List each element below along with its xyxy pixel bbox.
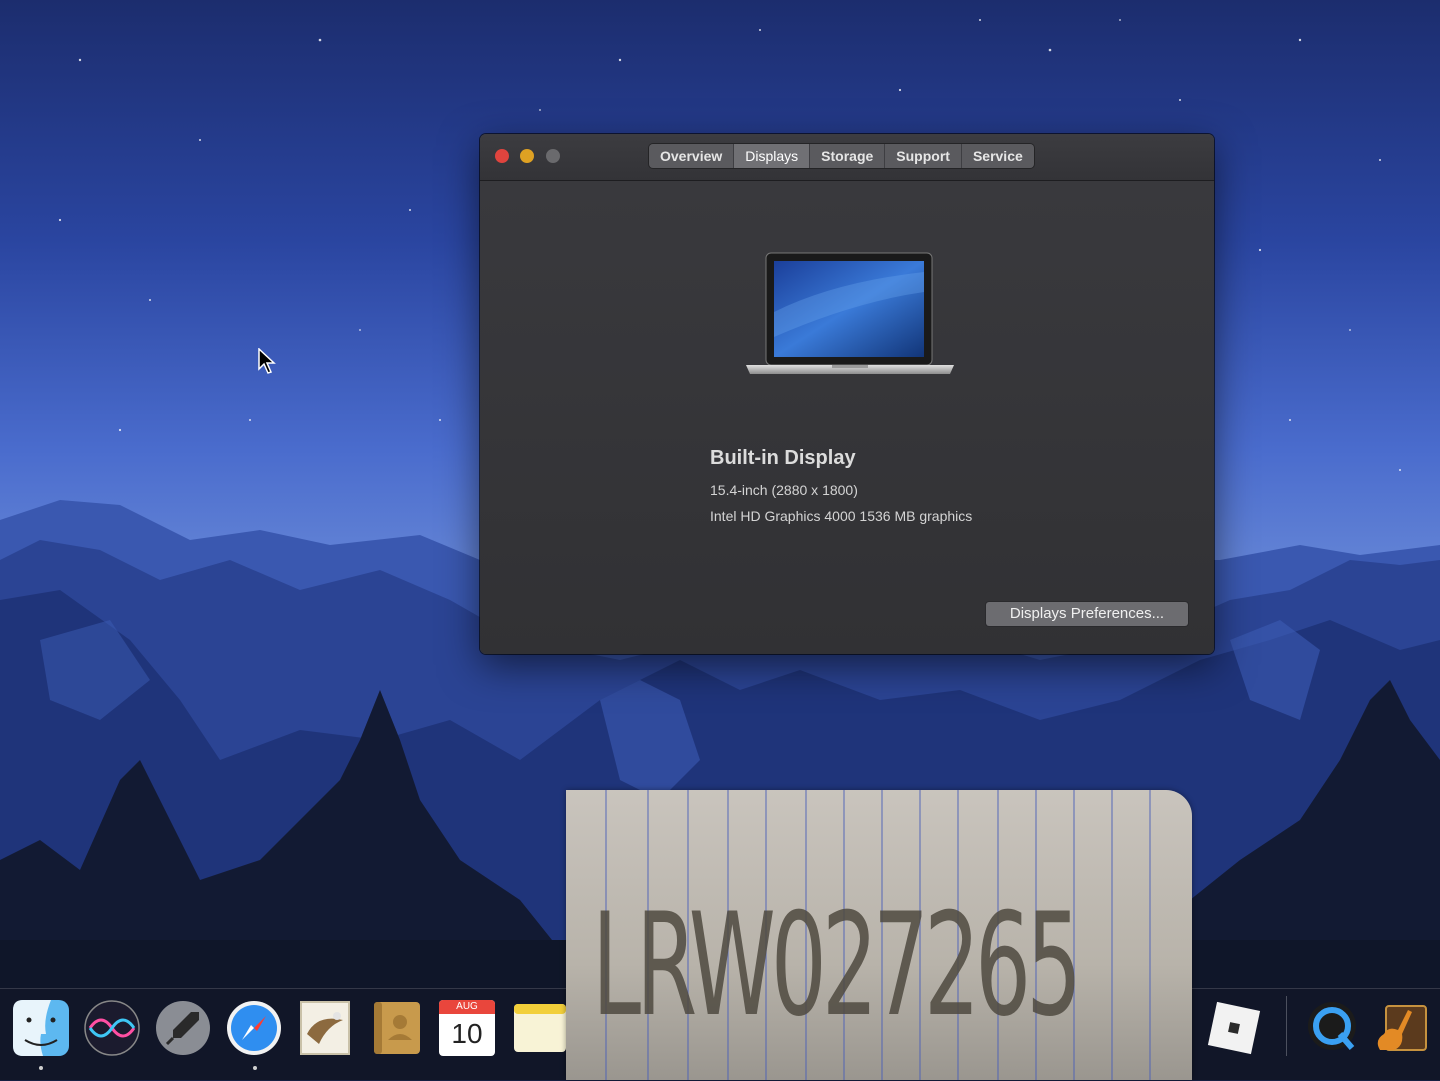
displays-preferences-button[interactable]: Displays Preferences... xyxy=(986,602,1188,626)
window-titlebar[interactable]: Overview Displays Storage Support Servic… xyxy=(480,134,1214,181)
about-this-mac-window: Overview Displays Storage Support Servic… xyxy=(480,134,1214,654)
minimize-button[interactable] xyxy=(520,149,534,163)
display-graphics: Intel HD Graphics 4000 1536 MB graphics xyxy=(710,508,973,524)
contacts-icon[interactable] xyxy=(368,1000,424,1056)
display-title: Built-in Display xyxy=(710,447,856,469)
calendar-icon[interactable]: AUG 10 xyxy=(439,1000,495,1056)
dock-separator xyxy=(1286,996,1287,1056)
tab-bar: Overview Displays Storage Support Servic… xyxy=(649,144,1034,168)
mail-icon[interactable] xyxy=(297,1000,353,1056)
finder-icon[interactable] xyxy=(13,1000,69,1056)
zoom-button[interactable] xyxy=(546,149,560,163)
display-size: 15.4-inch (2880 x 1800) xyxy=(710,482,858,498)
garageband-icon[interactable] xyxy=(1374,1000,1430,1056)
safari-running-indicator xyxy=(253,1066,257,1070)
safari-icon[interactable] xyxy=(226,1000,282,1056)
notes-icon[interactable] xyxy=(512,1000,568,1056)
macbook-display-icon xyxy=(746,252,954,374)
calendar-day: 10 xyxy=(451,1018,483,1049)
tab-storage[interactable]: Storage xyxy=(810,144,886,168)
tab-service[interactable]: Service xyxy=(961,144,1034,168)
mouse-pointer-icon xyxy=(258,348,276,374)
tab-displays[interactable]: Displays xyxy=(734,144,811,168)
tab-overview[interactable]: Overview xyxy=(649,144,735,168)
launchpad-icon[interactable] xyxy=(155,1000,211,1056)
quicktime-icon[interactable] xyxy=(1304,1000,1360,1056)
calendar-month: AUG xyxy=(439,1000,495,1014)
siri-icon[interactable] xyxy=(84,1000,140,1056)
tab-support[interactable]: Support xyxy=(885,144,962,168)
finder-running-indicator xyxy=(39,1066,43,1070)
roblox-icon[interactable] xyxy=(1206,1000,1262,1056)
handwritten-serial: LRW027265 xyxy=(592,883,1082,1048)
close-button[interactable] xyxy=(495,149,509,163)
serial-number-paper-note: LRW027265 xyxy=(566,790,1192,1080)
